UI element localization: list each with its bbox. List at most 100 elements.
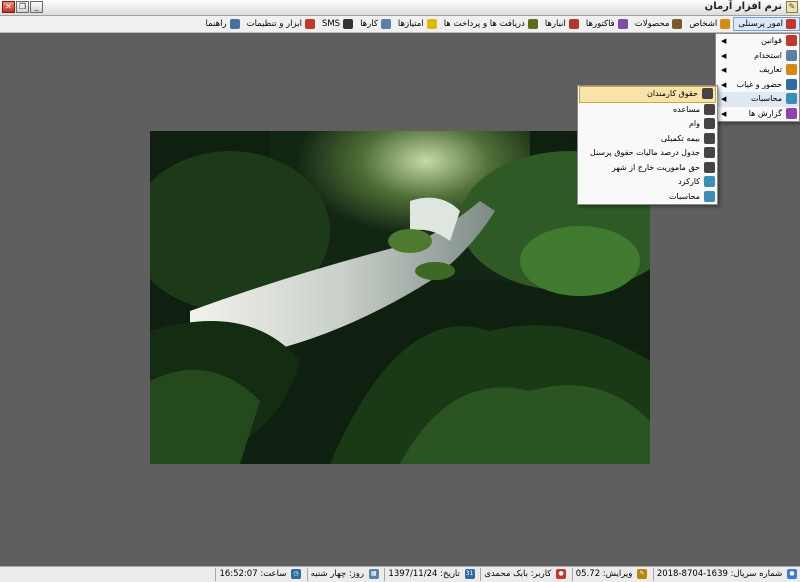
persons-icon [720,18,731,29]
menu-item-7[interactable]: کارها [356,17,394,31]
submenu-arrow-icon: ◀ [721,66,727,74]
rules-icon [786,35,797,46]
menu-item-label: حق ماموریت خارج از شهر [611,162,700,172]
worktime-icon [704,176,715,187]
menu-item-label: قوانین [761,36,782,45]
personnel-menu-item-4[interactable]: محاسبات ◀ [716,92,799,107]
version-cell: ✎ ویرایش: 05.72 [571,568,650,581]
clock-icon [786,78,797,90]
invoice-icon [617,18,628,29]
menu-item-4[interactable]: انبارها [541,17,582,31]
user-text: کاربر: بابک محمدی [484,569,552,579]
time-text: ساعت: 16:52:07 [219,569,287,579]
serial-cell: ● شماره سریال: 1639-8704-2018 [652,568,800,581]
sms-icon [343,18,354,29]
calendar-week-icon: ▦ [368,568,379,579]
menu-item-label: امور پرسنلی [738,19,783,29]
calc-submenu-item-5[interactable]: حق ماموریت خارج از شهر [578,161,717,176]
personnel-menu-item-0[interactable]: قوانین ◀ [716,34,799,49]
version-text: ویرایش: 05.72 [575,569,633,579]
calc-submenu-item-0[interactable]: حقوق کارمندان [579,86,716,103]
employee-icon [702,88,713,99]
menu-item-label: انبارها [544,19,566,29]
employee-icon [704,118,715,129]
payment-icon [527,18,538,29]
menu-item-label: حقوق کارمندان [647,89,698,98]
calc-submenu-item-2[interactable]: وام [578,117,717,132]
menu-item-label: محاسبات [669,191,700,201]
menu-item-8[interactable]: SMS [318,17,356,31]
close-button[interactable]: ✕ [2,1,15,13]
menu-item-label: SMS [321,19,341,29]
calc-submenu-item-4[interactable]: جدول درصد مالیات حقوق پرسنل [578,146,717,161]
menu-item-label: ابزار و تنظیمات [246,19,302,29]
submenu-arrow-icon: ◀ [721,109,727,118]
background-photo [150,131,650,464]
submenu-arrow-icon: ◀ [721,51,727,60]
date-text: تاریخ: 1397/11/24 [388,569,460,579]
menu-item-9[interactable]: ابزار و تنظیمات [243,17,318,31]
serial-number: شماره سریال: 1639-8704-2018 [656,569,783,579]
employee-icon [704,132,715,144]
restore-button[interactable]: ❐ [16,1,29,13]
menu-item-label: امتیازها [397,19,424,29]
calculator-icon [786,93,797,104]
menu-item-label: استخدام [754,50,782,60]
day-text: روز: چهار شنبه [310,569,364,579]
menu-item-5[interactable]: دریافت ها و پرداخت ها [440,17,541,31]
menu-item-label: جدول درصد مالیات حقوق پرسنل [589,148,700,157]
menu-item-label: حضور و غیاب [736,79,782,89]
tools-icon [304,18,315,29]
minimize-button[interactable]: _ [30,1,43,13]
personnel-menu-item-2[interactable]: تعاریف ◀ [716,63,799,78]
help-icon [229,18,240,29]
report-icon [786,107,797,119]
star-icon [426,18,437,29]
menu-item-label: کارکرد [678,177,700,186]
calculator-icon [704,190,715,202]
window-controls: ✕ ❐ _ [2,1,44,14]
calc-submenu-item-6[interactable]: کارکرد [578,175,717,190]
menu-item-label: مساعده [672,104,700,114]
menu-item-3[interactable]: فاکتورها [582,17,631,31]
personnel-menu-item-5[interactable]: گزارش ها ◀ [716,107,799,122]
submenu-arrow-icon: ◀ [721,95,727,103]
menu-item-label: وام [688,119,700,128]
tasks-icon [380,18,391,29]
menu-item-label: بیمه تکمیلی [660,133,700,143]
menu-item-1[interactable]: اشخاص [685,17,733,31]
menu-item-6[interactable]: امتیازها [394,17,440,31]
employee-icon [704,103,715,115]
menu-item-label: فاکتورها [585,19,615,29]
menu-item-label: تعاریف [759,65,782,74]
calendar-icon: 31 [464,568,475,579]
menu-item-label: محصولات [634,19,670,29]
globe-icon: ● [787,568,797,579]
box-icon [672,18,683,29]
menu-item-label: کارها [360,19,378,29]
clock-icon: ◷ [291,568,302,579]
date-cell: 31 تاریخ: 1397/11/24 [384,568,477,581]
calc-submenu-item-3[interactable]: بیمه تکمیلی [578,132,717,147]
menu-item-0[interactable]: امور پرسنلی [733,17,800,31]
app-title: نرم افزار آرمان [704,1,782,12]
people-icon [786,18,796,29]
day-cell: ▦ روز: چهار شنبه [306,568,382,581]
definitions-icon [786,64,797,75]
menu-item-10[interactable]: راهنما [202,17,243,31]
calc-submenu-item-7[interactable]: محاسبات [578,190,717,205]
calc-submenu-item-1[interactable]: مساعده [578,103,717,118]
personnel-menu: قوانین ◀ استخدام ◀ تعاریف ◀ حضور و غیاب ◀ محاسبا… [715,33,800,122]
personnel-menu-item-3[interactable]: حضور و غیاب ◀ [716,78,799,93]
menu-item-label: گزارش ها [748,108,782,118]
status-bar: ● شماره سریال: 1639-8704-2018 ✎ ویرایش: … [0,566,800,582]
menu-item-label: راهنما [205,19,227,29]
personnel-menu-item-1[interactable]: استخدام ◀ [716,49,799,64]
menu-item-2[interactable]: محصولات [631,17,686,31]
menu-item-label: محاسبات [751,94,782,103]
submenu-arrow-icon: ◀ [721,37,727,45]
menu-item-label: دریافت ها و پرداخت ها [443,19,525,29]
user-cell: ● کاربر: بابک محمدی [480,568,569,581]
title-bar: ✎ نرم افزار آرمان ✕ ❐ _ [0,0,800,16]
menu-item-label: اشخاص [689,19,718,29]
